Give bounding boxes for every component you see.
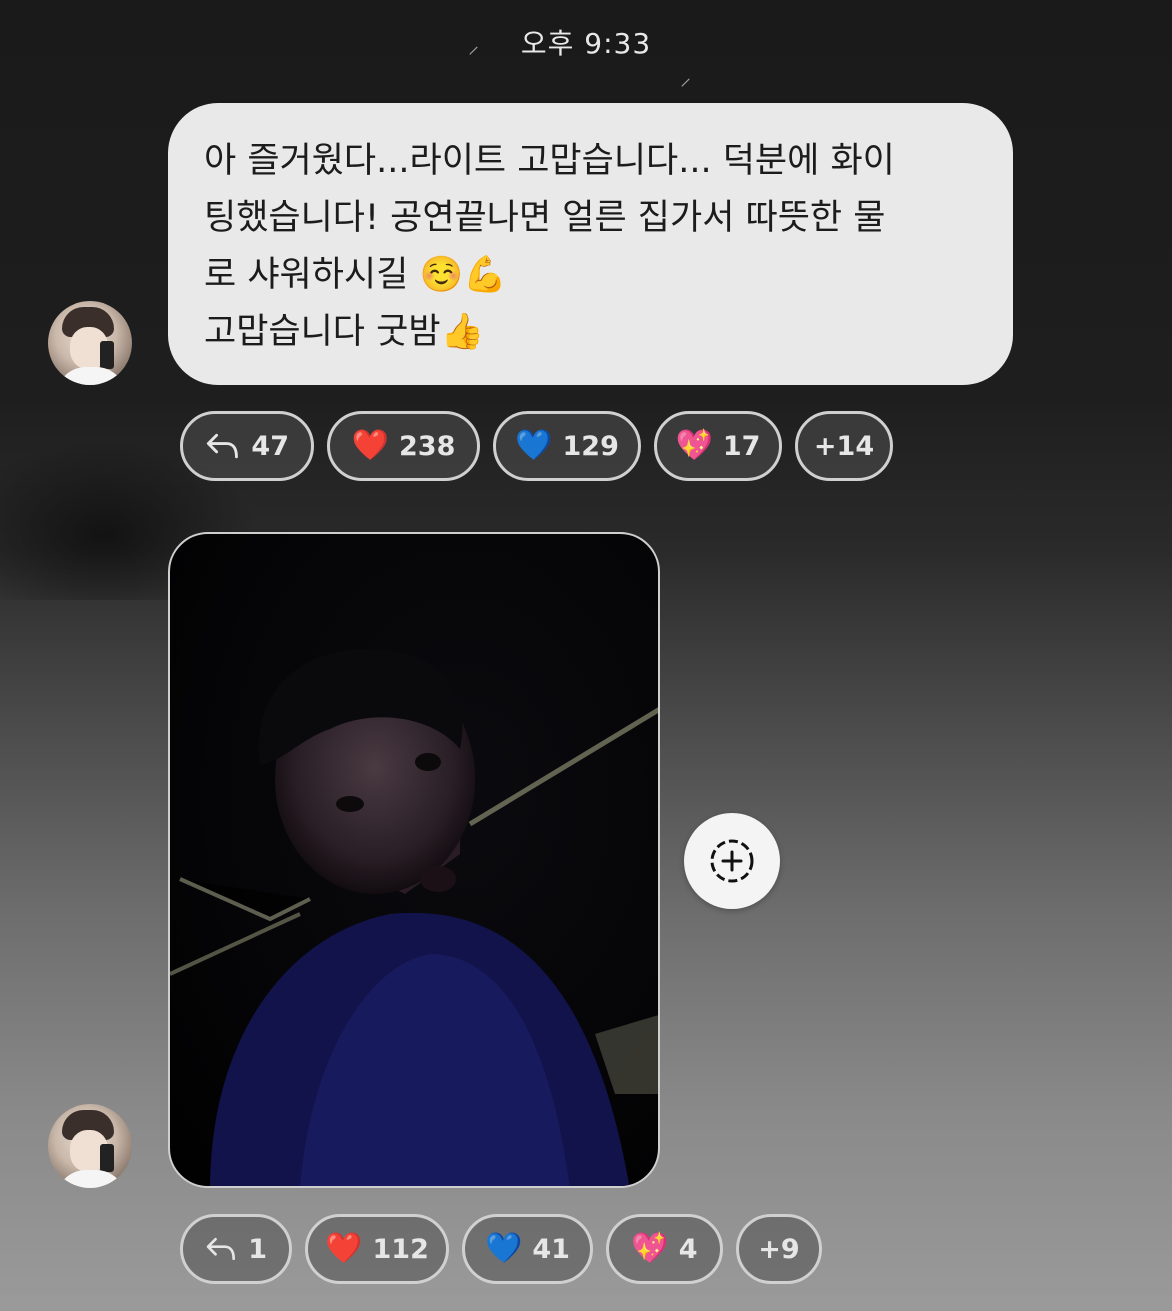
reaction-count: 17 [722,430,761,462]
reply-arrow-icon [206,1237,235,1261]
reply-count: 1 [248,1233,267,1265]
reaction-heart-red[interactable]: ❤️ 238 [327,411,480,481]
background-sparkle: ⸝ [680,66,692,91]
red-heart-icon: ❤️ [351,428,389,463]
selfie-photo-image [170,648,658,1186]
red-heart-icon: ❤️ [325,1231,363,1266]
reply-arrow-icon [206,433,238,459]
reaction-heart-sparkle[interactable]: 💖 17 [654,411,782,481]
reaction-count: 112 [372,1233,429,1265]
reaction-heart-sparkle[interactable]: 💖 4 [606,1214,723,1284]
sender-avatar[interactable] [48,301,132,385]
message-line: 로 샤워하시길 ☺️💪 [204,255,507,295]
more-reactions-count: +14 [813,430,875,462]
blue-heart-icon: 💙 [485,1231,523,1266]
sparkling-heart-icon: 💖 [675,428,713,463]
message-bubble[interactable]: 아 즐거웠다...라이트 고맙습니다... 덕분에 화이 팅했습니다! 공연끝나… [168,103,1013,385]
reaction-count: 129 [562,430,619,462]
sender-avatar[interactable] [48,1104,132,1188]
more-reactions-button[interactable]: +9 [736,1214,822,1284]
reaction-count: 41 [532,1233,570,1265]
reply-button[interactable]: 47 [180,411,314,481]
blue-heart-icon: 💙 [515,428,553,463]
reaction-bar: 1 ❤️ 112 💙 41 💖 4 +9 [180,1214,822,1284]
add-to-story-icon [710,839,754,883]
sparkling-heart-icon: 💖 [631,1231,669,1266]
add-to-story-button[interactable] [684,813,780,909]
reaction-heart-blue[interactable]: 💙 41 [462,1214,593,1284]
message-line: 팅했습니다! 공연끝나면 얼른 집가서 따뜻한 물 [204,198,886,238]
reaction-heart-blue[interactable]: 💙 129 [493,411,641,481]
message-line: 아 즐거웠다...라이트 고맙습니다... 덕분에 화이 [204,141,895,181]
reaction-count: 4 [678,1233,698,1265]
message-line: 고맙습니다 굿밤👍 [204,312,485,352]
photo-message[interactable] [168,532,660,1188]
reply-button[interactable]: 1 [180,1214,292,1284]
reaction-heart-red[interactable]: ❤️ 112 [305,1214,449,1284]
reply-count: 47 [251,430,289,462]
more-reactions-count: +9 [758,1233,800,1265]
message-timestamp: 오후 9:33 [520,27,652,60]
more-reactions-button[interactable]: +14 [795,411,893,481]
reaction-bar: 47 ❤️ 238 💙 129 💖 17 +14 [180,411,893,481]
reaction-count: 238 [399,430,456,462]
